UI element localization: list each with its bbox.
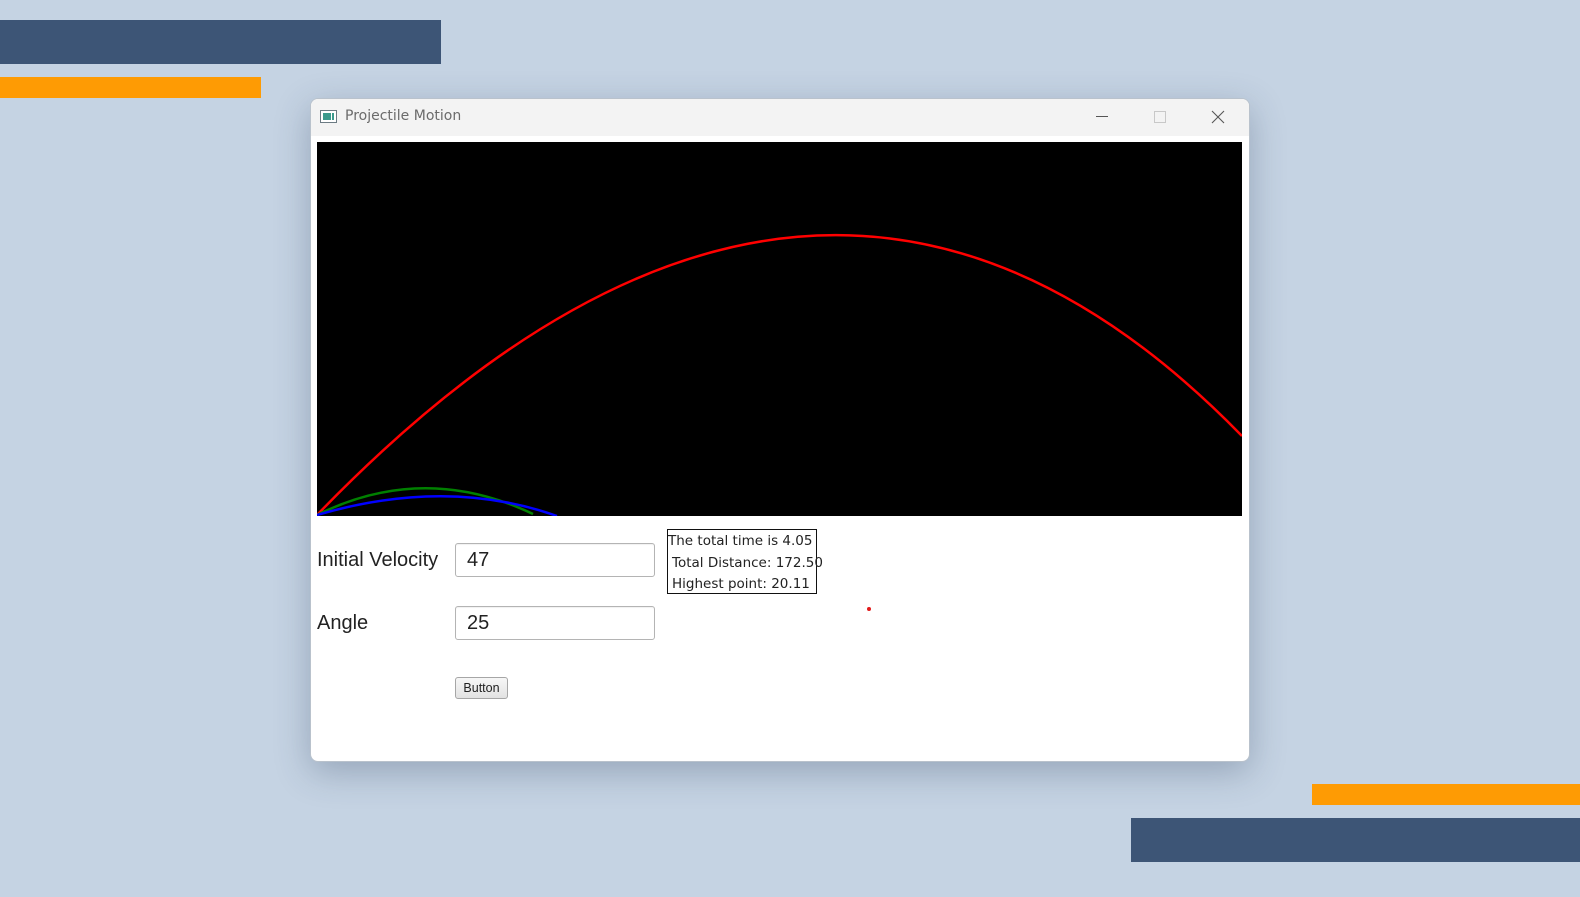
maximize-button[interactable] bbox=[1131, 99, 1189, 136]
calculate-button[interactable]: Button bbox=[455, 677, 508, 699]
initial-velocity-input[interactable]: 47 bbox=[455, 543, 655, 577]
highest-point-text: Highest point: 20.11 bbox=[672, 576, 810, 592]
angle-label: Angle bbox=[317, 612, 369, 634]
close-button[interactable] bbox=[1189, 99, 1247, 136]
angle-input[interactable]: 25 bbox=[455, 606, 655, 640]
initial-velocity-label: Initial Velocity bbox=[317, 549, 439, 571]
red-marker-dot bbox=[867, 607, 871, 611]
app-window: Projectile Motion Initial Velocity 47 An… bbox=[310, 98, 1250, 762]
trajectory-red bbox=[317, 233, 1242, 516]
title-bar[interactable]: Projectile Motion bbox=[311, 99, 1249, 136]
decorative-orange-bar-bottom bbox=[1312, 784, 1580, 805]
minimize-icon bbox=[1096, 116, 1108, 117]
decorative-navy-bar-bottom bbox=[1131, 818, 1580, 862]
trajectory-plot bbox=[317, 233, 1242, 516]
minimize-button[interactable] bbox=[1073, 99, 1131, 136]
app-window-icon bbox=[320, 110, 337, 123]
close-icon bbox=[1211, 110, 1225, 124]
results-box: The total time is 4.05 Total Distance: 1… bbox=[667, 529, 823, 594]
decorative-navy-bar-top bbox=[0, 20, 441, 64]
trajectory-canvas bbox=[317, 142, 1242, 516]
window-title: Projectile Motion bbox=[345, 108, 462, 124]
total-time-text: The total time is 4.05 bbox=[668, 533, 813, 549]
maximize-icon bbox=[1154, 111, 1166, 123]
decorative-orange-bar-top bbox=[0, 77, 261, 98]
total-distance-text: Total Distance: 172.50 bbox=[672, 554, 823, 571]
